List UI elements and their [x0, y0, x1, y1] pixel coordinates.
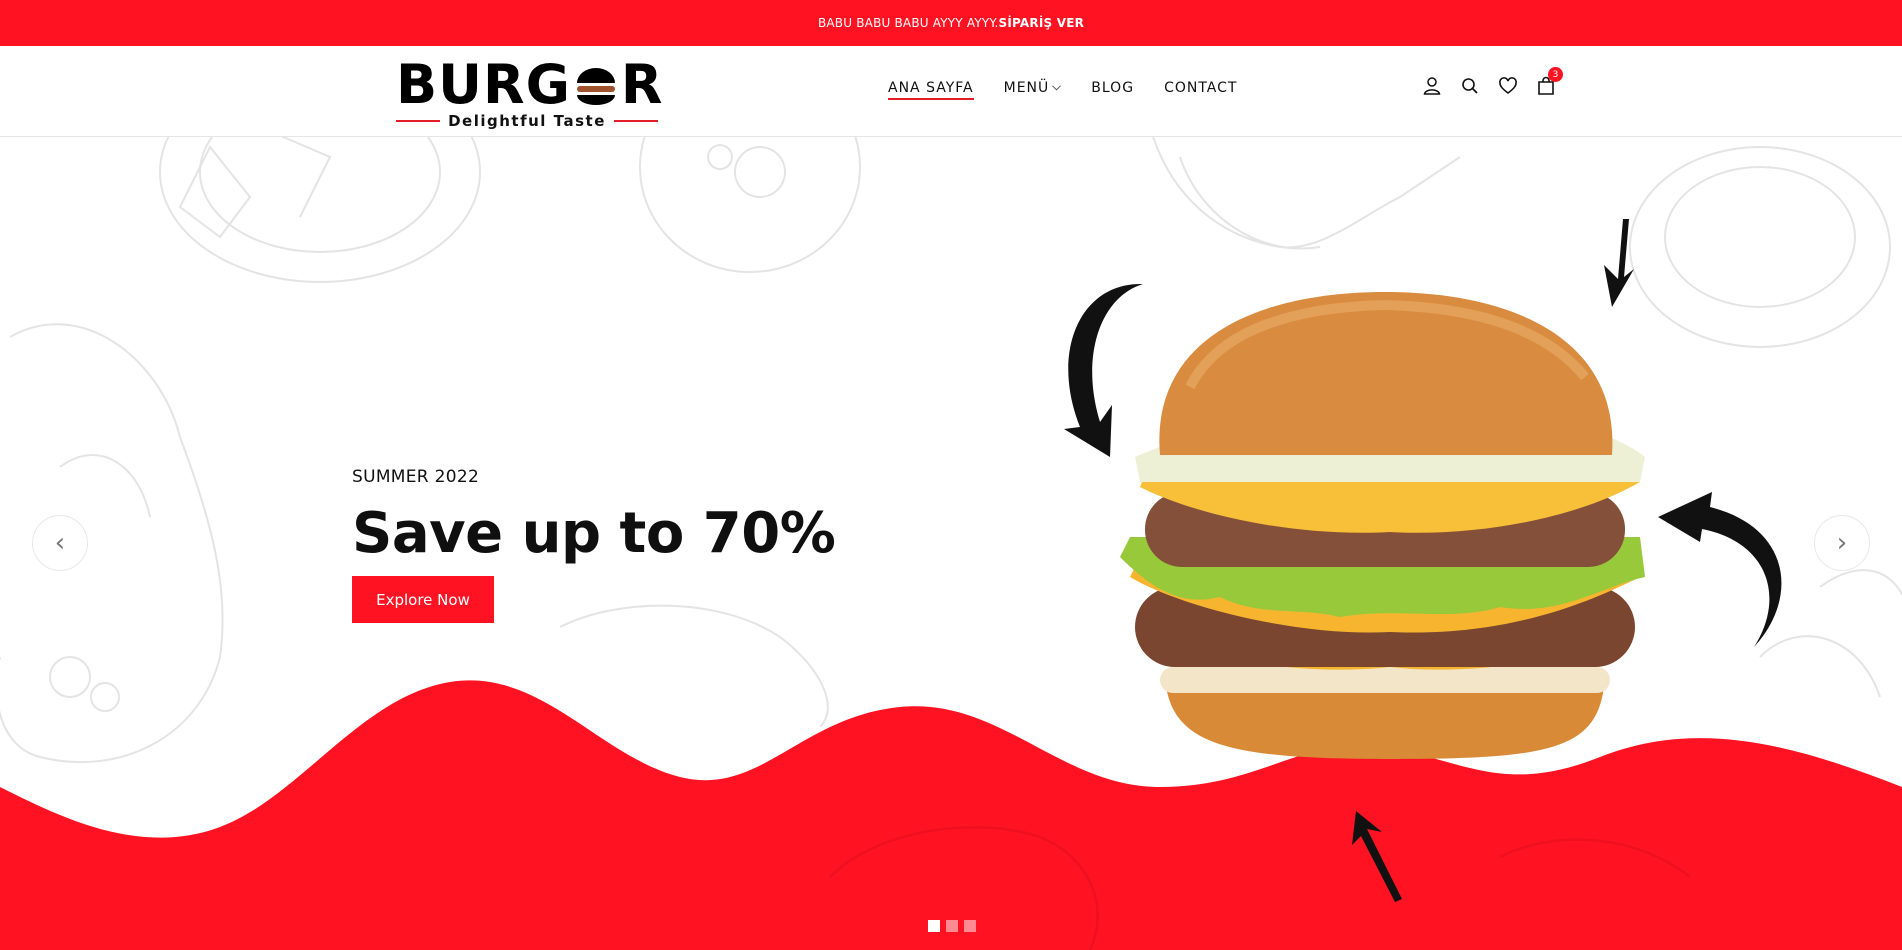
slider-dot-1[interactable]	[928, 920, 940, 932]
burger-illustration	[1120, 292, 1645, 759]
nav-item-blog[interactable]: BLOG	[1091, 80, 1134, 100]
logo-tagline: Delightful Taste	[396, 112, 658, 130]
logo-text-suffix: R	[620, 53, 664, 116]
tagline-text: Delightful Taste	[448, 112, 606, 130]
nav-label: MENÜ	[1003, 80, 1050, 96]
hero-title: Save up to 70%	[352, 501, 836, 566]
nav-label: BLOG	[1091, 80, 1135, 96]
nav-label: CONTACT	[1164, 80, 1238, 96]
order-now-link[interactable]: SİPARİŞ VER	[999, 16, 1085, 30]
cart-count-badge: 3	[1548, 67, 1563, 82]
logo-wordmark: BURG R	[396, 56, 664, 114]
slider-dot-3[interactable]	[964, 920, 976, 932]
chevron-right-icon: ›	[1836, 528, 1848, 558]
explore-now-button[interactable]: Explore Now	[352, 576, 494, 623]
search-icon[interactable]	[1460, 76, 1480, 96]
slider-prev-button[interactable]: ‹	[32, 515, 88, 571]
nav-item-contact[interactable]: CONTACT	[1164, 80, 1237, 100]
header-actions: 3	[1422, 67, 1563, 96]
hero-slider: SUMMER 2022 Save up to 70% Explore Now ‹…	[0, 137, 1902, 950]
site-header: BURG R Delightful Taste ANA SAYFA MENÜ B…	[0, 46, 1902, 137]
user-icon[interactable]	[1422, 76, 1442, 96]
cart-button[interactable]: 3	[1536, 67, 1563, 96]
hero-background-art	[0, 137, 1902, 950]
chevron-down-icon	[1052, 85, 1062, 91]
slider-next-button[interactable]: ›	[1814, 515, 1870, 571]
main-nav: ANA SAYFA MENÜ BLOG CONTACT	[888, 80, 1237, 100]
nav-item-home[interactable]: ANA SAYFA	[888, 80, 974, 100]
red-wave	[0, 680, 1902, 950]
burger-logo-icon	[576, 68, 615, 105]
hero-content: SUMMER 2022 Save up to 70% Explore Now	[352, 467, 836, 623]
promo-text: BABU BABU BABU AYYY AYYY.	[817, 16, 999, 30]
tagline-rule-right	[613, 120, 658, 122]
nav-item-menu[interactable]: MENÜ	[1004, 80, 1062, 100]
brand-logo[interactable]: BURG R Delightful Taste	[396, 56, 663, 131]
chevron-left-icon: ‹	[54, 528, 66, 558]
logo-text-prefix: BURG	[396, 53, 571, 116]
slider-pagination	[928, 920, 976, 932]
promo-bar: BABU BABU BABU AYYY AYYY. SİPARİŞ VER	[0, 0, 1902, 46]
hero-kicker: SUMMER 2022	[352, 467, 480, 487]
slider-dot-2[interactable]	[946, 920, 958, 932]
heart-icon[interactable]	[1498, 76, 1518, 96]
nav-label: ANA SAYFA	[888, 80, 974, 96]
tagline-rule-left	[396, 120, 441, 122]
